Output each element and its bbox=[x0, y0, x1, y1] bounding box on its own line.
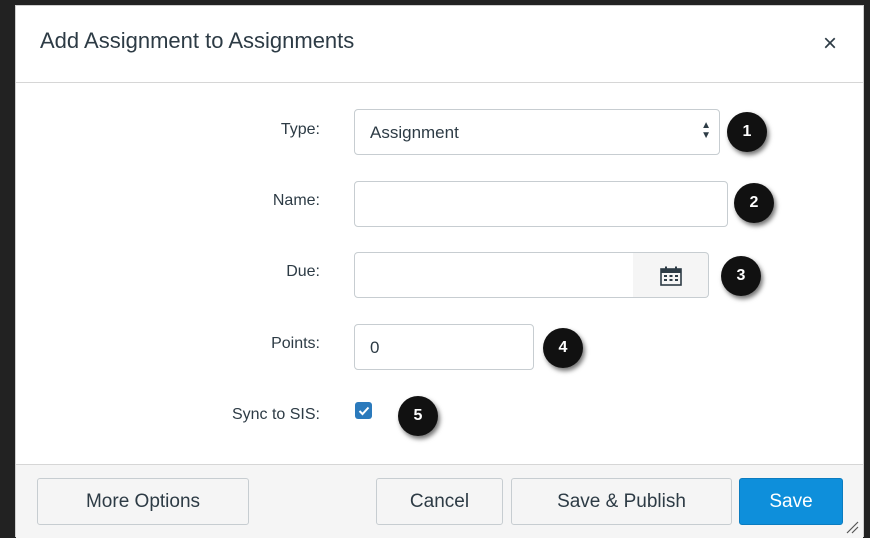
sync-sis-checkbox[interactable] bbox=[355, 402, 372, 419]
calendar-icon bbox=[660, 266, 682, 286]
more-options-button[interactable]: More Options bbox=[37, 478, 249, 525]
step-badge-5: 5 bbox=[398, 396, 438, 436]
calendar-button[interactable] bbox=[633, 252, 709, 298]
dialog-header: Add Assignment to Assignments × bbox=[16, 6, 863, 83]
save-publish-button[interactable]: Save & Publish bbox=[511, 478, 732, 525]
step-badge-4: 4 bbox=[543, 328, 583, 368]
name-input[interactable] bbox=[354, 181, 728, 227]
step-badge-1: 1 bbox=[727, 112, 767, 152]
cancel-button[interactable]: Cancel bbox=[376, 478, 503, 525]
step-badge-2: 2 bbox=[734, 183, 774, 223]
dialog-title: Add Assignment to Assignments bbox=[40, 28, 355, 53]
save-button[interactable]: Save bbox=[739, 478, 843, 525]
due-date-input[interactable] bbox=[354, 252, 634, 298]
type-label: Type: bbox=[280, 121, 320, 138]
resize-handle-icon[interactable] bbox=[845, 520, 859, 534]
points-input-value: 0 bbox=[370, 338, 380, 357]
points-label: Points: bbox=[271, 335, 320, 352]
type-select-value: Assignment bbox=[370, 123, 459, 142]
sync-sis-label: Sync to SIS: bbox=[231, 406, 320, 423]
due-label: Due: bbox=[286, 263, 320, 280]
add-assignment-dialog: Add Assignment to Assignments × Type: As… bbox=[15, 5, 864, 538]
type-select[interactable]: Assignment ▲ ▼ bbox=[354, 109, 720, 155]
dialog-footer: More Options Cancel Save & Publish Save bbox=[16, 464, 863, 538]
checkmark-icon bbox=[358, 406, 369, 415]
select-arrows-icon: ▲ ▼ bbox=[701, 120, 711, 141]
name-label: Name: bbox=[272, 192, 320, 209]
points-input[interactable]: 0 bbox=[354, 324, 534, 370]
close-icon[interactable]: × bbox=[823, 32, 837, 56]
step-badge-3: 3 bbox=[721, 256, 761, 296]
